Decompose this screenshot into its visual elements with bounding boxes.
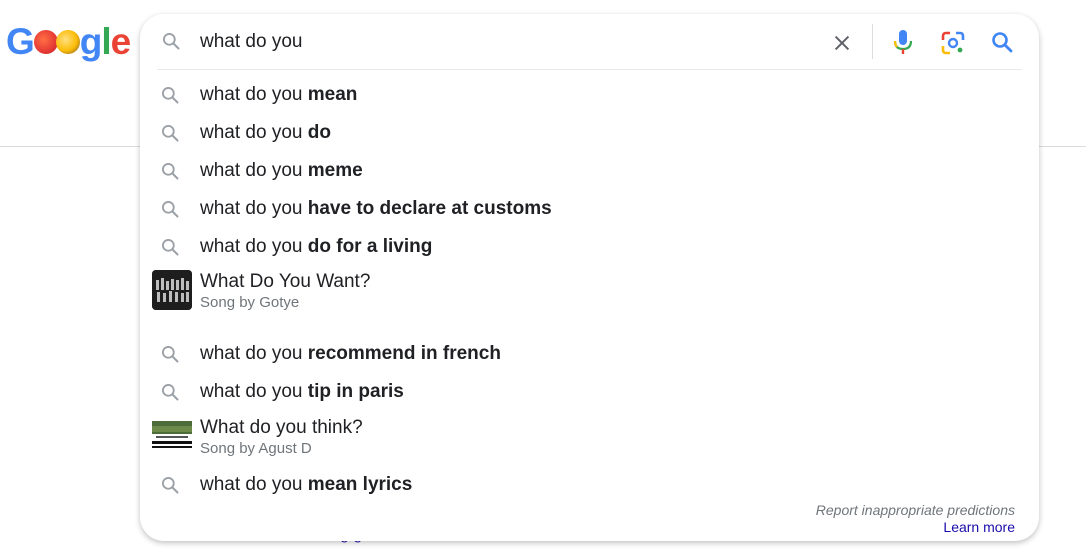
search-icon — [160, 475, 180, 495]
search-icon — [160, 123, 180, 143]
search-icon — [160, 85, 180, 105]
suggestion-text: what do you do — [200, 122, 331, 143]
search-query-row: what do you — [140, 14, 1039, 70]
search-input[interactable]: what do you — [200, 30, 302, 54]
suggestion-item[interactable]: what do you do — [140, 113, 1039, 151]
suggestion-entity-item[interactable]: What Do You Want? Song by Gotye — [140, 265, 1039, 317]
query-divider — [157, 69, 1022, 70]
suggestion-text: what do you mean lyrics — [200, 474, 413, 495]
album-thumbnail — [152, 416, 192, 456]
report-footer: Report inappropriate predictions Learn m… — [816, 502, 1015, 536]
suggestion-item[interactable]: what do you mean lyrics — [140, 465, 1039, 503]
suggestion-text: what do you mean — [200, 84, 358, 105]
entity-title: What Do You Want? — [200, 271, 371, 292]
suggestion-text: what do you do for a living — [200, 236, 433, 257]
close-icon[interactable] — [830, 31, 854, 55]
search-icon — [160, 199, 180, 219]
entity-title: What do you think? — [200, 417, 363, 438]
learn-more-link[interactable]: Learn more — [816, 519, 1015, 536]
search-icon — [160, 344, 180, 364]
suggestion-item[interactable]: what do you meme — [140, 151, 1039, 189]
doodle-icon — [55, 30, 80, 55]
mic-icon[interactable] — [890, 28, 916, 56]
search-icon — [160, 237, 180, 257]
search-icon — [160, 161, 180, 181]
suggestion-text: what do you meme — [200, 160, 363, 181]
lens-icon[interactable] — [939, 29, 967, 57]
search-icon — [160, 382, 180, 402]
search-icon — [160, 30, 182, 52]
report-predictions-link[interactable]: Report inappropriate predictions — [816, 502, 1015, 519]
logo-letter-g: G — [6, 21, 35, 62]
entity-subtitle: Song by Gotye — [200, 294, 300, 311]
suggestion-text: what do you tip in paris — [200, 381, 404, 402]
suggestion-item[interactable]: what do you have to declare at customs — [140, 189, 1039, 227]
search-box: what do you what do you mean what do you… — [140, 14, 1039, 541]
suggestion-item[interactable]: what do you recommend in french — [140, 334, 1039, 372]
album-thumbnail — [152, 270, 192, 310]
doodle-icon — [33, 30, 58, 55]
suggestion-item[interactable]: what do you mean — [140, 75, 1039, 113]
suggestion-entity-item[interactable]: What do you think? Song by Agust D — [140, 411, 1039, 463]
google-logo[interactable]: Ggle — [6, 21, 131, 62]
toolbar-separator — [872, 24, 873, 59]
entity-subtitle: Song by Agust D — [200, 440, 312, 457]
suggestion-item[interactable]: what do you tip in paris — [140, 372, 1039, 410]
search-submit-icon[interactable] — [989, 29, 1015, 55]
suggestion-item[interactable]: what do you do for a living — [140, 227, 1039, 265]
suggestion-text: what do you have to declare at customs — [200, 198, 552, 219]
suggestion-text: what do you recommend in french — [200, 343, 501, 364]
